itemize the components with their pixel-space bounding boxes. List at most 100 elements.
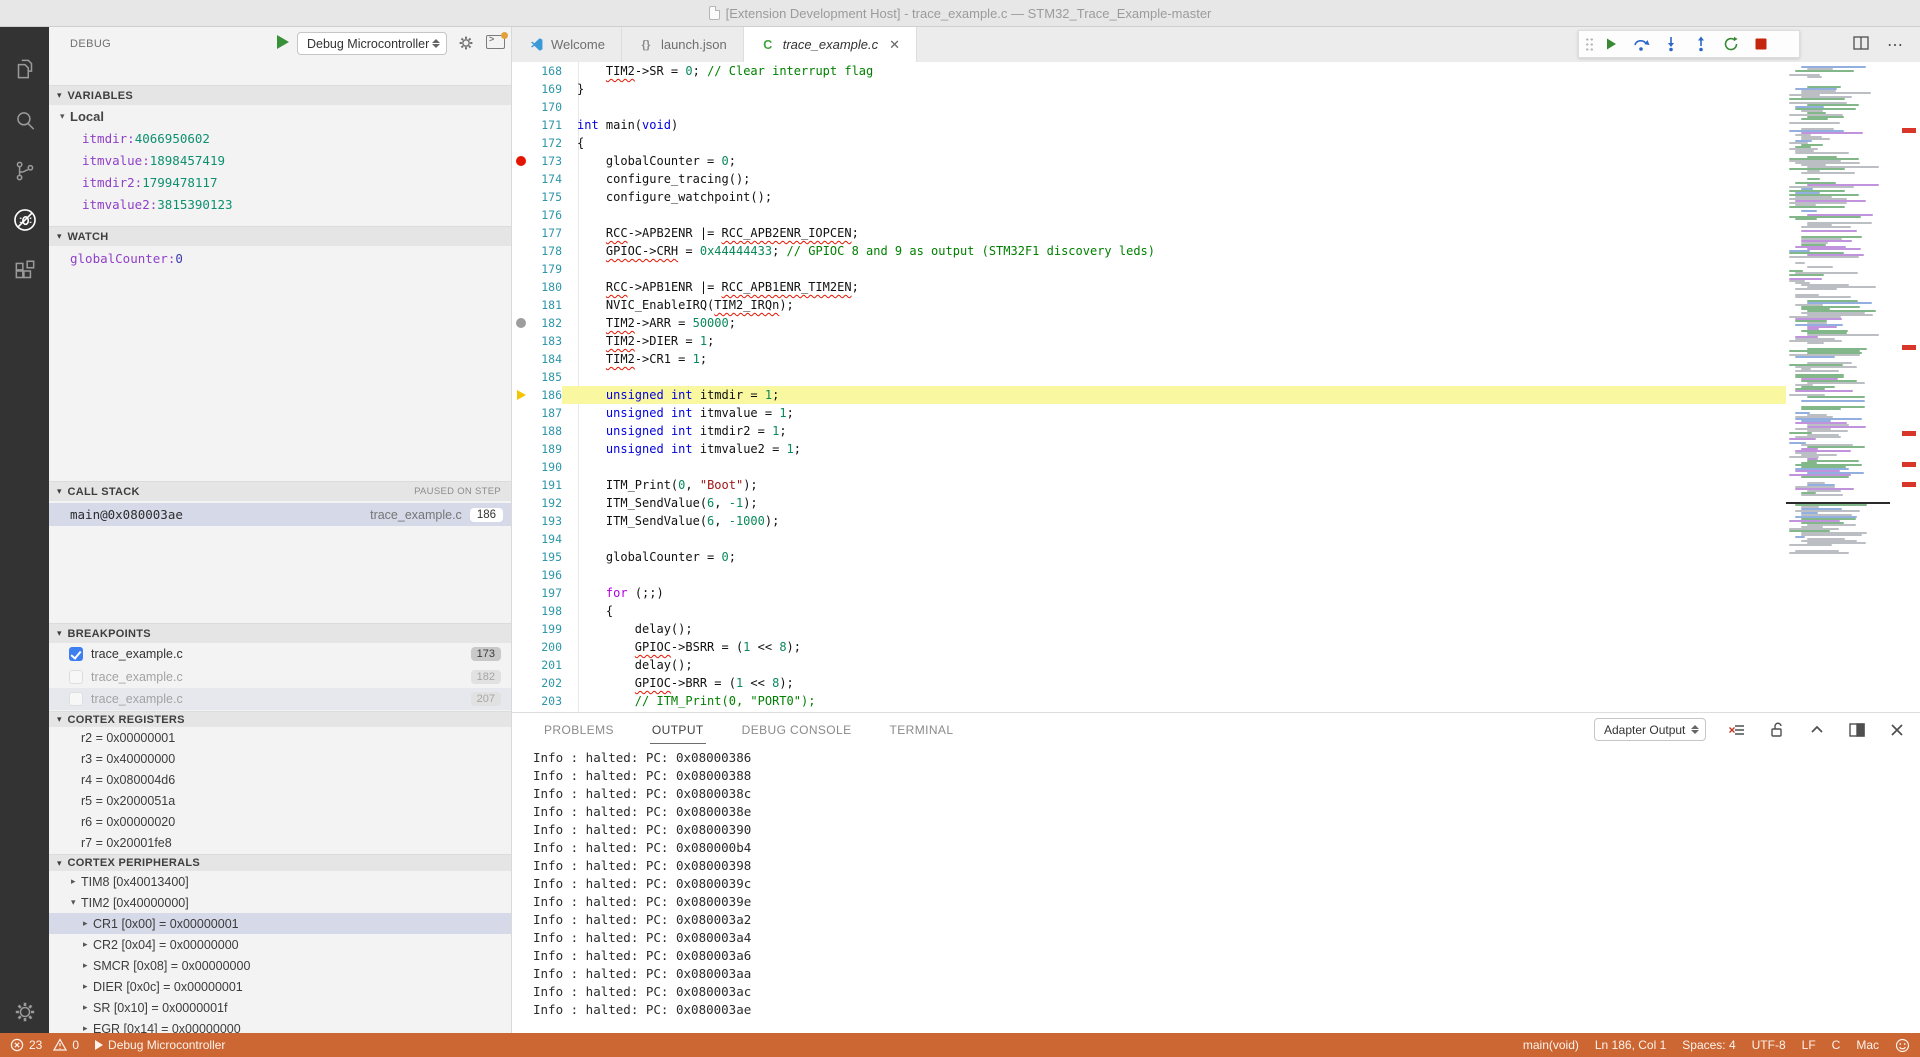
peripheral-row[interactable]: ▸TIM8 [0x40013400] (49, 871, 511, 892)
breakpoint-checkbox[interactable] (69, 670, 83, 684)
source-control-icon[interactable] (0, 147, 49, 195)
search-icon[interactable] (0, 97, 49, 145)
minimap[interactable] (1786, 62, 1890, 712)
panel-tab-debug-console[interactable]: DEBUG CONSOLE (740, 717, 854, 743)
breakpoint-gutter[interactable] (512, 674, 532, 692)
peripheral-row[interactable]: ▸CR2 [0x04] = 0x00000000 (49, 934, 511, 955)
panel-tab-problems[interactable]: PROBLEMS (542, 717, 616, 743)
variables-scope-local[interactable]: ▾ Local (49, 105, 511, 127)
breakpoint-gutter[interactable] (512, 494, 532, 512)
register-row[interactable]: r4 = 0x080004d6 (49, 769, 511, 790)
breakpoint-gutter[interactable] (512, 584, 532, 602)
variable-row[interactable]: itmdir2: 1799478117 (49, 171, 511, 193)
breakpoint-gutter[interactable] (512, 638, 532, 656)
breakpoint-gutter[interactable] (512, 224, 532, 242)
continue-button[interactable] (1598, 32, 1624, 56)
watch-section-header[interactable]: ▾ WATCH (49, 226, 511, 246)
start-debug-button[interactable] (277, 35, 289, 49)
breakpoint-gutter[interactable] (512, 548, 532, 566)
step-over-button[interactable] (1628, 32, 1654, 56)
breakpoint-gutter[interactable] (512, 296, 532, 314)
breakpoint-checkbox[interactable] (69, 647, 83, 661)
breakpoint-gutter[interactable] (512, 242, 532, 260)
breakpoint-gutter[interactable] (512, 350, 532, 368)
tab-trace_example-c[interactable]: Ctrace_example.c✕ (744, 27, 917, 62)
output-channel-select[interactable]: Adapter Output (1594, 718, 1706, 741)
platform[interactable]: Mac (1856, 1038, 1879, 1052)
panel-layout-icon[interactable] (1848, 721, 1866, 739)
step-into-button[interactable] (1658, 32, 1684, 56)
debug-console-icon[interactable] (486, 35, 505, 49)
stop-button[interactable] (1748, 32, 1774, 56)
breakpoint-gutter[interactable] (512, 404, 532, 422)
breakpoint-gutter[interactable] (512, 98, 532, 116)
peripherals-section-header[interactable]: ▾ CORTEX PERIPHERALS (49, 854, 511, 871)
clear-output-icon[interactable] (1728, 721, 1746, 739)
more-actions-icon[interactable]: ⋯ (1887, 35, 1904, 55)
extensions-icon[interactable] (0, 247, 49, 295)
breakpoint-gutter[interactable] (512, 620, 532, 638)
callstack-section-header[interactable]: ▾ CALL STACK PAUSED ON STEP (49, 481, 511, 501)
tab-launch-json[interactable]: {}launch.json (622, 27, 744, 62)
breakpoint-gutter[interactable] (512, 134, 532, 152)
restart-button[interactable] (1718, 32, 1744, 56)
peripheral-row[interactable]: ▸CR1 [0x00] = 0x00000001 (49, 913, 511, 934)
breakpoint-gutter[interactable] (512, 188, 532, 206)
register-row[interactable]: r2 = 0x00000001 (49, 727, 511, 748)
breakpoint-gutter[interactable] (512, 152, 532, 170)
peripheral-row[interactable]: ▸DIER [0x0c] = 0x00000001 (49, 976, 511, 997)
code-editor[interactable]: 168 TIM2->SR = 0; // Clear interrupt fla… (512, 62, 1786, 712)
breakpoint-gutter[interactable] (512, 206, 532, 224)
breakpoint-row[interactable]: trace_example.c207 (49, 688, 511, 710)
panel-tab-output[interactable]: OUTPUT (650, 717, 706, 744)
step-out-button[interactable] (1688, 32, 1714, 56)
panel-tab-terminal[interactable]: TERMINAL (888, 717, 956, 743)
variable-row[interactable]: itmvalue: 1898457419 (49, 149, 511, 171)
stack-frame-row[interactable]: main@0x080003aetrace_example.c186 (49, 503, 511, 526)
breakpoint-gutter[interactable] (512, 368, 532, 386)
variables-section-header[interactable]: ▾ VARIABLES (49, 85, 511, 105)
close-panel-icon[interactable] (1888, 721, 1906, 739)
breakpoint-row[interactable]: trace_example.c182 (49, 666, 511, 688)
encoding[interactable]: UTF-8 (1752, 1038, 1786, 1052)
breakpoint-gutter[interactable] (512, 80, 532, 98)
breakpoint-gutter[interactable] (512, 440, 532, 458)
register-row[interactable]: r7 = 0x20001fe8 (49, 832, 511, 853)
breakpoint-gutter[interactable] (512, 62, 532, 80)
breakpoint-row[interactable]: trace_example.c173 (49, 643, 511, 665)
register-row[interactable]: r3 = 0x40000000 (49, 748, 511, 769)
watch-row[interactable]: globalCounter: 0 (49, 247, 511, 269)
split-editor-icon[interactable] (1853, 36, 1869, 53)
feedback-smiley-icon[interactable] (1895, 1038, 1910, 1053)
breakpoint-gutter[interactable] (512, 386, 532, 404)
debug-status[interactable]: Debug Microcontroller (95, 1038, 225, 1052)
eol[interactable]: LF (1802, 1038, 1816, 1052)
breakpoint-gutter[interactable] (512, 422, 532, 440)
peripheral-row[interactable]: ▸SMCR [0x08] = 0x00000000 (49, 955, 511, 976)
breakpoint-checkbox[interactable] (69, 692, 83, 706)
debug-config-select[interactable]: Debug Microcontroller (297, 32, 447, 55)
tab-welcome[interactable]: Welcome (512, 27, 622, 62)
breakpoint-gutter[interactable] (512, 476, 532, 494)
breakpoint-gutter[interactable] (512, 116, 532, 134)
symbol-status[interactable]: main(void) (1523, 1038, 1579, 1052)
peripheral-row[interactable]: ▾TIM2 [0x40000000] (49, 892, 511, 913)
breakpoint-gutter[interactable] (512, 314, 532, 332)
variable-row[interactable]: itmdir: 4066950602 (49, 127, 511, 149)
registers-section-header[interactable]: ▾ CORTEX REGISTERS (49, 711, 511, 727)
debug-icon[interactable] (0, 196, 49, 244)
breakpoint-gutter[interactable] (512, 170, 532, 188)
indentation[interactable]: Spaces: 4 (1682, 1038, 1735, 1052)
peripheral-row[interactable]: ▸EGR [0x14] = 0x00000000 (49, 1018, 511, 1033)
settings-gear-icon[interactable] (0, 988, 49, 1036)
close-tab-icon[interactable]: ✕ (889, 37, 900, 53)
overview-ruler[interactable] (1890, 62, 1920, 712)
breakpoint-gutter[interactable] (512, 692, 532, 710)
breakpoint-gutter[interactable] (512, 602, 532, 620)
breakpoint-gutter[interactable] (512, 278, 532, 296)
breakpoint-gutter[interactable] (512, 332, 532, 350)
configure-gear-icon[interactable] (457, 34, 475, 55)
variable-row[interactable]: itmvalue2: 3815390123 (49, 193, 511, 215)
register-row[interactable]: r6 = 0x00000020 (49, 811, 511, 832)
register-row[interactable]: r5 = 0x2000051a (49, 790, 511, 811)
